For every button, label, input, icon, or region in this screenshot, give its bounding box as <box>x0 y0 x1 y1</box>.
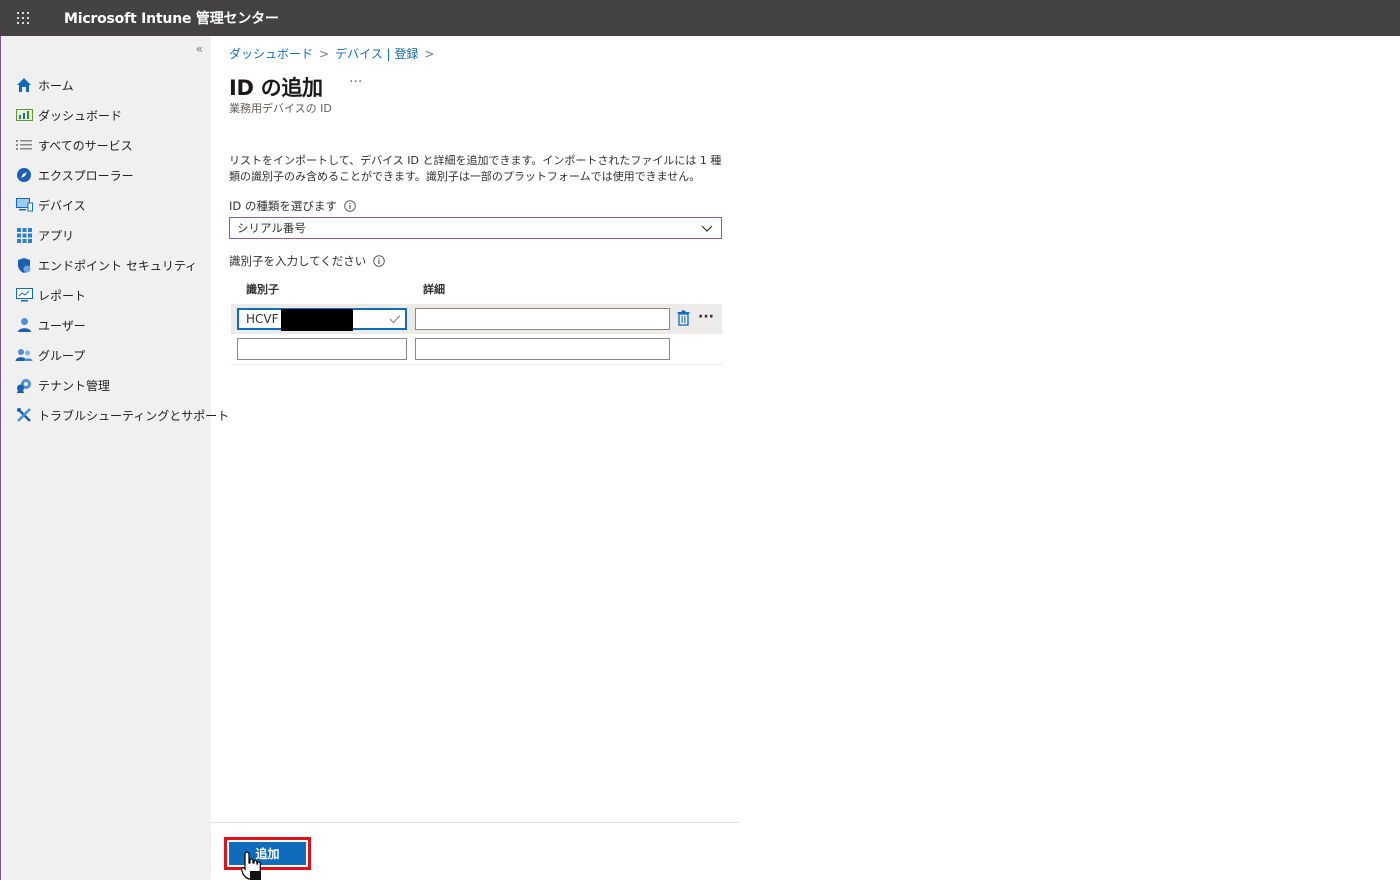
devices-icon <box>15 196 33 214</box>
sidebar-item-home[interactable]: ホーム <box>15 70 229 100</box>
details-input[interactable] <box>415 338 670 360</box>
info-icon[interactable] <box>373 255 386 267</box>
sidebar-item-label: ホーム <box>38 78 74 93</box>
identifier-label: 識別子を入力してください <box>229 253 386 269</box>
breadcrumb-separator: > <box>319 46 330 61</box>
sidebar-nav: ホーム ダッシュボード すべてのサービス エクスプローラー デバイス アプリ エ… <box>15 70 229 430</box>
dashboard-icon <box>15 106 33 124</box>
hand-cursor-icon <box>241 851 261 880</box>
main-content: ダッシュボード > デバイス | 登録 > ID の追加 ··· 業務用デバイス… <box>211 36 1400 880</box>
id-type-dropdown[interactable]: シリアル番号 <box>229 217 722 239</box>
sidebar-item-label: エンドポイント セキュリティ <box>38 258 198 273</box>
user-icon <box>15 316 33 334</box>
sidebar-item-apps[interactable]: アプリ <box>15 220 229 250</box>
sidebar-item-label: レポート <box>38 288 87 303</box>
chevron-down-icon <box>701 225 713 232</box>
id-type-selected-value: シリアル番号 <box>237 221 306 235</box>
footer-divider <box>211 822 740 823</box>
sidebar-item-label: トラブルシューティングとサポート <box>38 408 230 423</box>
check-icon <box>389 315 401 324</box>
sidebar: « ホーム ダッシュボード すべてのサービス エクスプローラー デバイス アプリ… <box>0 36 229 880</box>
shield-icon <box>15 256 33 274</box>
id-type-label: ID の種類を選びます <box>229 198 356 214</box>
sidebar-item-devices[interactable]: デバイス <box>15 190 229 220</box>
details-input[interactable] <box>415 308 670 330</box>
identifier-input[interactable] <box>237 338 407 360</box>
sidebar-item-label: すべてのサービス <box>38 138 133 153</box>
delete-icon[interactable] <box>677 310 690 326</box>
breadcrumb-item-dashboard[interactable]: ダッシュボード <box>229 45 313 62</box>
sidebar-item-troubleshooting[interactable]: トラブルシューティングとサポート <box>15 400 229 430</box>
row-divider <box>231 364 722 365</box>
sidebar-item-label: エクスプローラー <box>38 168 134 183</box>
app-launcher-icon[interactable] <box>0 0 46 36</box>
row-more-options-button[interactable]: ··· <box>698 309 714 325</box>
info-icon[interactable] <box>344 200 356 212</box>
description-text: リストをインポートして、デバイス ID と詳細を追加できます。インポートされたフ… <box>229 154 722 183</box>
home-icon <box>15 76 33 94</box>
column-header-details: 詳細 <box>423 283 445 296</box>
explorer-icon <box>15 166 33 184</box>
sidebar-item-label: テナント管理 <box>38 378 111 393</box>
breadcrumb: ダッシュボード > デバイス | 登録 > <box>229 45 440 62</box>
group-icon <box>15 346 33 364</box>
sidebar-item-label: デバイス <box>38 198 86 213</box>
sidebar-item-tenant-admin[interactable]: テナント管理 <box>15 370 229 400</box>
top-bar: Microsoft Intune 管理センター <box>0 0 1400 36</box>
breadcrumb-separator: > <box>424 46 435 61</box>
list-icon <box>15 136 33 154</box>
sidebar-item-all-services[interactable]: すべてのサービス <box>15 130 229 160</box>
sidebar-item-groups[interactable]: グループ <box>15 340 229 370</box>
sidebar-item-label: アプリ <box>38 228 75 243</box>
tenant-icon <box>15 376 33 394</box>
redaction-box <box>281 309 353 331</box>
identifier-input-value: HCVF <box>246 312 279 326</box>
tools-icon <box>15 406 33 424</box>
id-type-label-text: ID の種類を選びます <box>229 199 337 213</box>
sidebar-item-label: グループ <box>38 348 86 363</box>
collapse-sidebar-button[interactable]: « <box>196 42 203 56</box>
identifier-input[interactable]: HCVF <box>237 308 407 331</box>
page-subtitle: 業務用デバイスの ID <box>229 102 332 115</box>
column-header-identifier: 識別子 <box>246 283 279 296</box>
sidebar-item-label: ダッシュボード <box>38 108 123 123</box>
sidebar-item-endpoint-security[interactable]: エンドポイント セキュリティ <box>15 250 229 280</box>
sidebar-item-label: ユーザー <box>38 318 86 333</box>
sidebar-item-explorer[interactable]: エクスプローラー <box>15 160 229 190</box>
sidebar-item-users[interactable]: ユーザー <box>15 310 229 340</box>
reports-icon <box>15 286 33 304</box>
app-title[interactable]: Microsoft Intune 管理センター <box>64 8 279 28</box>
sidebar-item-dashboard[interactable]: ダッシュボード <box>15 100 229 130</box>
breadcrumb-item-devices-enrollment[interactable]: デバイス | 登録 <box>335 45 418 62</box>
page-title: ID の追加 <box>229 76 323 100</box>
apps-icon <box>15 226 33 244</box>
more-options-button[interactable]: ··· <box>349 74 362 90</box>
sidebar-item-reports[interactable]: レポート <box>15 280 229 310</box>
identifier-label-text: 識別子を入力してください <box>229 254 367 268</box>
